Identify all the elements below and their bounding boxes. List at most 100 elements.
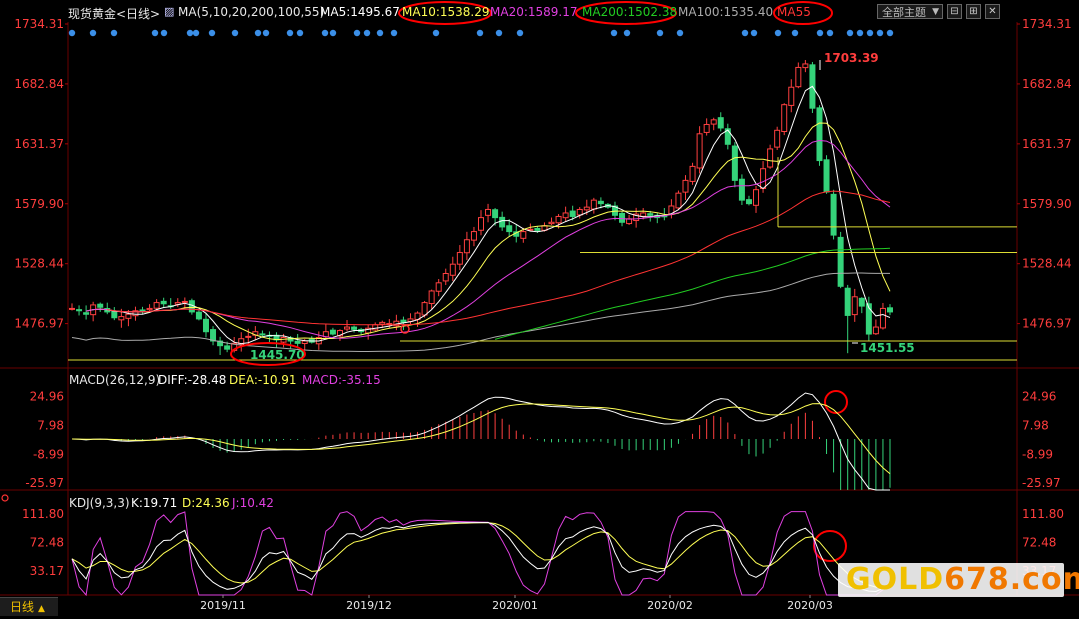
candle-body bbox=[640, 212, 647, 217]
candle-body bbox=[583, 206, 590, 211]
chevron-down-icon: ▼ bbox=[932, 7, 939, 17]
close-button[interactable]: ✕ bbox=[985, 4, 1000, 19]
candle-body bbox=[69, 307, 75, 310]
event-dot bbox=[296, 29, 304, 37]
candle-body bbox=[210, 329, 217, 342]
candle-body bbox=[245, 335, 252, 338]
candle-body bbox=[753, 189, 760, 206]
candle-body bbox=[569, 210, 576, 217]
candle-body bbox=[449, 263, 456, 276]
macd-diff-line bbox=[71, 392, 890, 491]
low-annotation: 1445.70 bbox=[250, 348, 305, 362]
candle-body bbox=[816, 107, 823, 162]
event-dot bbox=[610, 29, 618, 37]
candle-body bbox=[499, 216, 506, 228]
x-axis-label: 2020/03 bbox=[787, 599, 833, 612]
candle-body bbox=[837, 236, 844, 287]
candle-body bbox=[294, 340, 301, 344]
candle-body bbox=[872, 326, 879, 335]
price-axis-label-right: 1579.90 bbox=[1022, 197, 1072, 211]
candle-body bbox=[259, 333, 266, 336]
event-dot bbox=[363, 29, 371, 37]
event-dot bbox=[476, 29, 484, 37]
price-axis-label-left: 1476.97 bbox=[14, 317, 64, 331]
watermark-logo: GOLD678.com bbox=[846, 562, 1079, 597]
event-dot bbox=[876, 29, 884, 37]
highlight-ellipse bbox=[813, 530, 847, 562]
candle-body bbox=[160, 300, 167, 305]
event-dot bbox=[89, 29, 97, 37]
event-dot bbox=[262, 29, 270, 37]
event-dot bbox=[856, 29, 864, 37]
event-dot bbox=[390, 29, 398, 37]
candle-body bbox=[731, 145, 738, 181]
event-dot bbox=[432, 29, 440, 37]
candle-body bbox=[597, 200, 604, 205]
candle-body bbox=[351, 326, 358, 330]
macd-label: MACD(26,12,9) bbox=[69, 373, 161, 387]
ma20-value: MA20:1589.17 bbox=[490, 5, 578, 19]
candle-body bbox=[485, 208, 492, 216]
minimize-button[interactable]: ⊟ bbox=[947, 4, 962, 19]
event-dot bbox=[160, 29, 168, 37]
candle-body bbox=[456, 252, 463, 265]
candle-body bbox=[329, 329, 336, 335]
candle-body bbox=[795, 66, 802, 88]
theme-select[interactable]: 全部主题 ▼ bbox=[877, 4, 943, 19]
indicator-settings-icon[interactable] bbox=[1, 494, 9, 502]
candle-body bbox=[879, 307, 886, 329]
timeframe-selector[interactable]: 日线 ▲ bbox=[0, 597, 58, 616]
high-annotation: 1703.39 bbox=[824, 51, 879, 65]
candle-body bbox=[823, 159, 830, 193]
candle-body bbox=[520, 231, 527, 239]
price-axis-label-left: 1528.44 bbox=[14, 257, 64, 271]
candle-body bbox=[774, 129, 781, 148]
candle-body bbox=[781, 104, 788, 132]
event-dot bbox=[254, 29, 262, 37]
x-axis-label: 2020/02 bbox=[647, 599, 693, 612]
macd-axis-label-right: -25.97 bbox=[1022, 476, 1061, 490]
event-dot bbox=[886, 29, 894, 37]
candle-body bbox=[534, 227, 541, 231]
event-dot bbox=[846, 29, 854, 37]
highlight-ellipse bbox=[824, 390, 848, 414]
maximize-button[interactable]: ⊞ bbox=[966, 4, 981, 19]
candle-body bbox=[830, 193, 837, 236]
candle-body bbox=[675, 192, 682, 209]
macd-axis-label-left: -8.99 bbox=[33, 447, 64, 461]
macd-axis-label-left: -25.97 bbox=[25, 476, 64, 490]
candle-body bbox=[858, 297, 865, 307]
candle-body bbox=[125, 313, 132, 319]
macd-dea: DEA:-10.91 bbox=[229, 373, 297, 387]
event-dot bbox=[516, 29, 524, 37]
candle-body bbox=[202, 318, 209, 333]
ma-icon: ▨ bbox=[164, 5, 175, 18]
macd-axis-label-right: 24.96 bbox=[1022, 390, 1056, 404]
candle-body bbox=[478, 217, 484, 231]
candle-body bbox=[506, 225, 513, 233]
chart-canvas[interactable]: 1734.31 1734.31 1682.84 1682.84 1631.37 1631.… bbox=[0, 0, 1079, 618]
candle-body bbox=[435, 282, 442, 292]
event-dot bbox=[151, 29, 159, 37]
candle-body bbox=[428, 290, 435, 305]
low-annotation: 1451.55 bbox=[860, 341, 915, 355]
event-dot bbox=[750, 29, 758, 37]
kdj-k-line bbox=[71, 521, 891, 593]
macd-macd: MACD:-35.15 bbox=[302, 373, 381, 387]
event-dot bbox=[376, 29, 384, 37]
candle-body bbox=[788, 86, 795, 106]
kdj-k: K:19.71 bbox=[131, 496, 178, 510]
candle-body bbox=[83, 312, 90, 315]
instrument-title: 现货黄金<日线> bbox=[68, 7, 161, 21]
x-axis-label: 2019/11 bbox=[200, 599, 246, 612]
event-dot bbox=[208, 29, 216, 37]
timeframe-label: 日线 bbox=[10, 600, 35, 614]
x-axis-label: 2019/12 bbox=[346, 599, 392, 612]
candle-body bbox=[590, 199, 597, 210]
kdj-axis-label-left: 111.80 bbox=[22, 507, 64, 521]
price-axis-label-left: 1734.31 bbox=[14, 17, 64, 31]
candle-body bbox=[153, 302, 160, 309]
candle-body bbox=[442, 272, 449, 282]
event-dot bbox=[329, 29, 337, 37]
candle-body bbox=[470, 231, 477, 241]
